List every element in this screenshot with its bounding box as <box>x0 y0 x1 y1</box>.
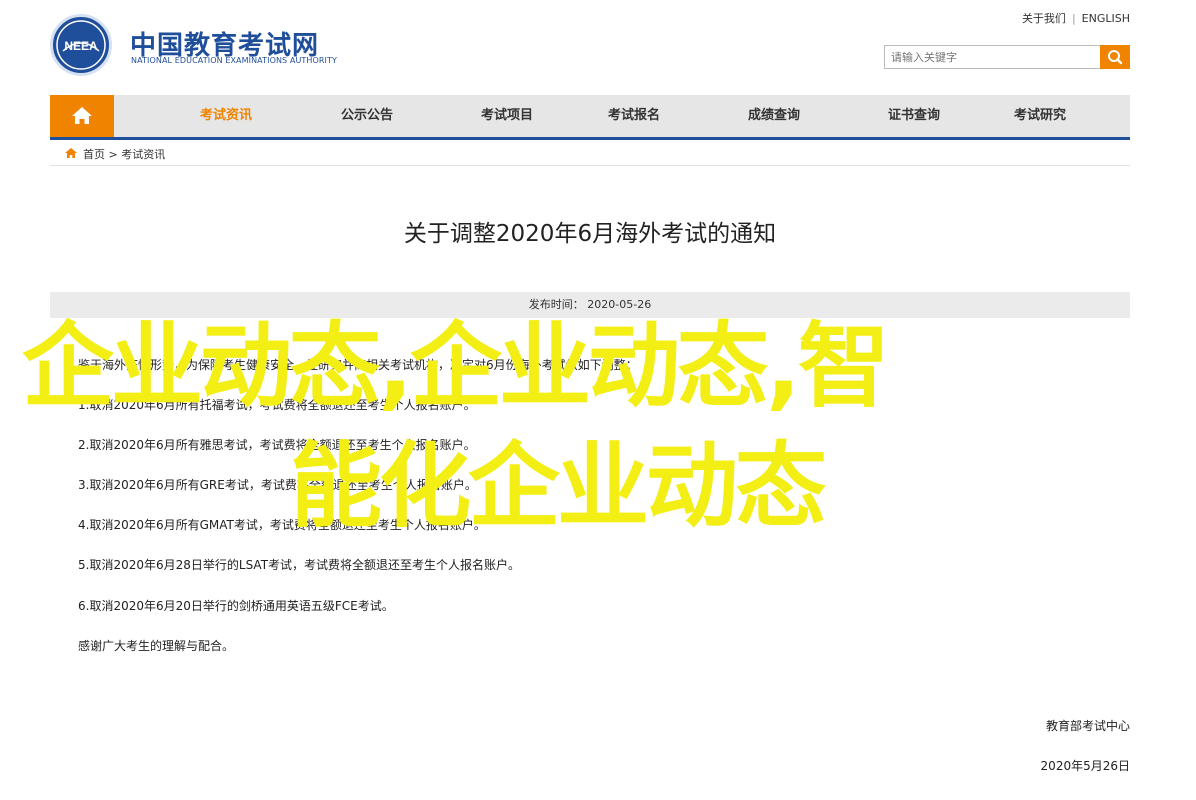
article-date: 2020年5月26日 <box>1040 759 1130 773</box>
nav-home-button[interactable] <box>50 95 114 137</box>
article-title: 关于调整2020年6月海外考试的通知 <box>403 221 777 247</box>
site-subtitle: NATIONAL EDUCATION EXAMINATIONS AUTHORIT… <box>131 56 337 65</box>
nav-item-exam-research[interactable]: 考试研究 <box>980 95 1100 137</box>
main-nav: 考试资讯 公示公告 考试项目 考试报名 成绩查询 证书查询 考试研究 <box>50 95 1130 140</box>
breadcrumb: 首页 > 考试资讯 <box>50 143 1130 166</box>
nav-item-registration[interactable]: 考试报名 <box>574 95 694 137</box>
article-paragraph: 6.取消2020年6月20日举行的剑桥通用英语五级FCE考试。 <box>78 599 394 613</box>
nav-item-certificate-query[interactable]: 证书查询 <box>854 95 974 137</box>
article-signature: 教育部考试中心 <box>1045 719 1130 733</box>
nav-item-announcements[interactable]: 公示公告 <box>307 95 427 137</box>
breadcrumb-home-icon <box>65 148 77 158</box>
english-link[interactable]: ENGLISH <box>1082 12 1130 25</box>
article-paragraph: 5.取消2020年6月28日举行的LSAT考试，考试费将全额退还至考生个人报名账… <box>78 558 521 572</box>
nav-item-exam-programs[interactable]: 考试项目 <box>447 95 567 137</box>
overlay-text-line2: 能化企业动态 <box>290 433 827 540</box>
nav-item-exam-news[interactable]: 考试资讯 <box>166 95 286 137</box>
article-paragraph: 感谢广大考生的理解与配合。 <box>78 639 235 653</box>
about-link[interactable]: 关于我们 <box>1022 12 1066 25</box>
search-icon <box>1108 50 1123 65</box>
home-icon <box>72 107 92 124</box>
link-separator: | <box>1071 12 1076 25</box>
logo-text: NEEA <box>64 39 98 53</box>
breadcrumb-text[interactable]: 首页 > 考试资讯 <box>83 146 165 162</box>
nav-item-score-query[interactable]: 成绩查询 <box>714 95 834 137</box>
search-button[interactable] <box>1100 45 1130 69</box>
search-input[interactable] <box>884 45 1101 69</box>
overlay-text-line1: 企业动态,企业动态,智 <box>22 313 890 420</box>
search-bar <box>884 45 1130 69</box>
top-links: 关于我们 | ENGLISH <box>1022 10 1130 26</box>
site-logo[interactable]: NEEA <box>50 14 112 76</box>
